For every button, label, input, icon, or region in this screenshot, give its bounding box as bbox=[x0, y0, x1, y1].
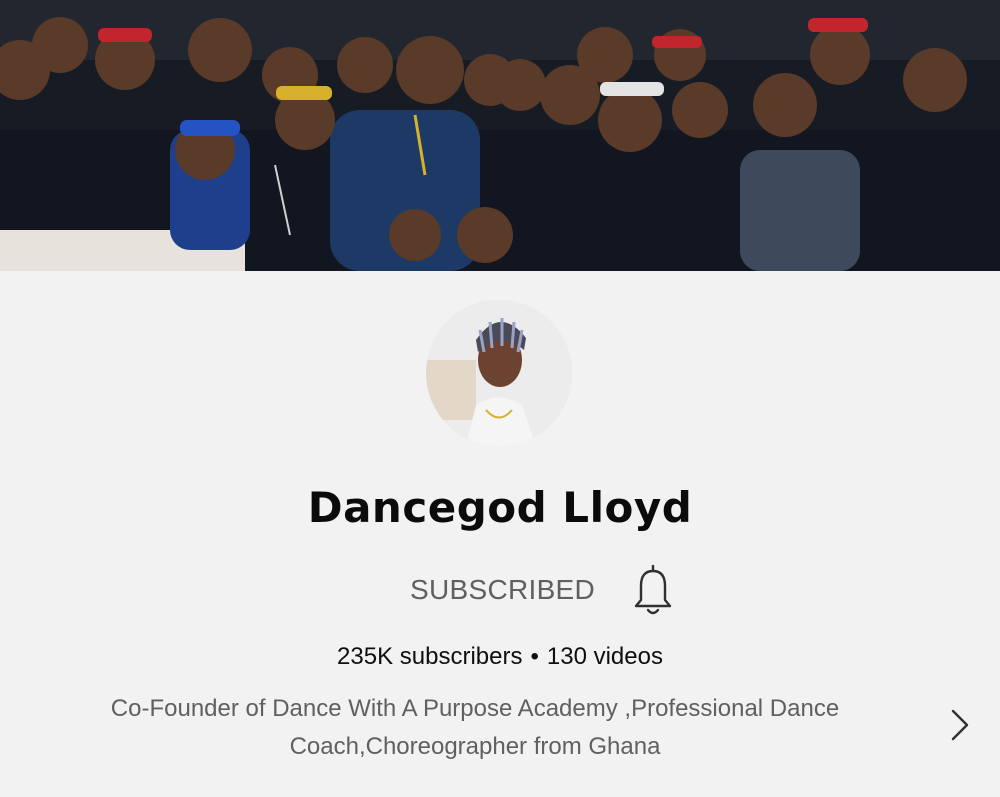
channel-name: Dancegod Lloyd bbox=[307, 483, 693, 532]
banner-crowd-photo bbox=[0, 0, 1000, 271]
channel-stats: 235K subscribers • 130 videos bbox=[0, 643, 1000, 671]
subscribe-row: SUBSCRIBED bbox=[400, 558, 690, 620]
channel-avatar[interactable] bbox=[426, 300, 572, 446]
channel-description[interactable]: Co-Founder of Dance With A Purpose Acade… bbox=[80, 690, 870, 766]
chevron-right-icon bbox=[951, 709, 969, 741]
avatar-photo bbox=[426, 300, 572, 446]
bell-icon bbox=[634, 564, 672, 615]
video-count: 130 videos bbox=[546, 643, 663, 670]
subscribed-button[interactable]: SUBSCRIBED bbox=[400, 572, 605, 608]
notification-bell-button[interactable] bbox=[628, 560, 678, 618]
subscriber-count: 235K subscribers bbox=[337, 643, 523, 670]
expand-description-button[interactable] bbox=[940, 702, 980, 748]
channel-banner bbox=[0, 0, 1000, 271]
stats-separator: • bbox=[530, 643, 539, 670]
